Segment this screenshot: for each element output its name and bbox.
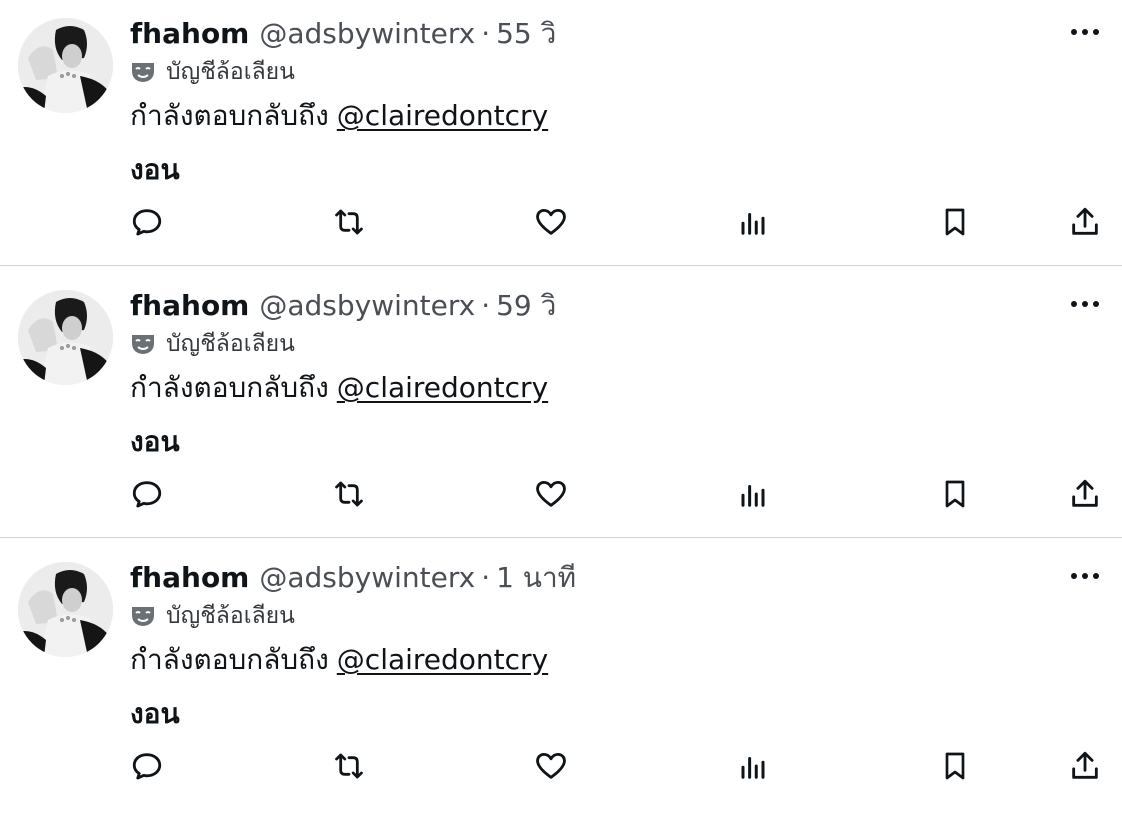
repost-icon[interactable] — [329, 744, 369, 788]
heart-icon[interactable] — [531, 472, 571, 516]
timeline-feed: fhahom @adsbywinterx · 55 วิ บัญชีล้อเลี… — [0, 0, 1122, 808]
views-icon[interactable] — [733, 200, 773, 244]
parody-badge: บัญชีล้อเลียน — [130, 328, 295, 360]
mention-link[interactable]: @clairedontcry — [337, 99, 548, 132]
reply-icon[interactable] — [127, 200, 167, 244]
mask-icon — [130, 605, 156, 627]
tweet-header: fhahom @adsbywinterx · 59 วิ — [130, 286, 556, 326]
avatar[interactable] — [18, 18, 113, 113]
bookmark-icon[interactable] — [935, 200, 975, 244]
reply-prefix: กำลังตอบกลับถึง — [130, 99, 329, 132]
mention-link[interactable]: @clairedontcry — [337, 371, 548, 404]
tweet[interactable]: fhahom @adsbywinterx · 1 นาที บัญชีล้อเล… — [0, 544, 1122, 816]
user-handle[interactable]: @adsbywinterx — [259, 558, 475, 598]
timestamp[interactable]: 1 นาที — [496, 558, 576, 598]
parody-label: บัญชีล้อเลียน — [166, 603, 295, 629]
separator-dot: · — [481, 17, 491, 50]
tweet-divider — [0, 537, 1122, 538]
repost-icon[interactable] — [329, 200, 369, 244]
display-name[interactable]: fhahom — [130, 558, 249, 598]
more-icon[interactable] — [1070, 292, 1100, 316]
reply-prefix: กำลังตอบกลับถึง — [130, 371, 329, 404]
tweet-divider — [0, 265, 1122, 266]
separator-dot: · — [481, 561, 491, 594]
replying-to: กำลังตอบกลับถึง @clairedontcry — [130, 370, 548, 406]
tweet[interactable]: fhahom @adsbywinterx · 55 วิ บัญชีล้อเลี… — [0, 0, 1122, 272]
tweet-text: งอน — [130, 425, 180, 458]
parody-badge: บัญชีล้อเลียน — [130, 600, 295, 632]
bookmark-icon[interactable] — [935, 744, 975, 788]
parody-label: บัญชีล้อเลียน — [166, 331, 295, 357]
mask-icon — [130, 333, 156, 355]
replying-to: กำลังตอบกลับถึง @clairedontcry — [130, 642, 548, 678]
share-icon[interactable] — [1065, 472, 1105, 516]
mask-icon — [130, 61, 156, 83]
user-handle[interactable]: @adsbywinterx — [259, 14, 475, 54]
tweet-header: fhahom @adsbywinterx · 55 วิ — [130, 14, 556, 54]
bookmark-icon[interactable] — [935, 472, 975, 516]
display-name[interactable]: fhahom — [130, 14, 249, 54]
tweet-header: fhahom @adsbywinterx · 1 นาที — [130, 558, 576, 598]
parody-badge: บัญชีล้อเลียน — [130, 56, 295, 88]
heart-icon[interactable] — [531, 744, 571, 788]
tweet[interactable]: fhahom @adsbywinterx · 59 วิ บัญชีล้อเลี… — [0, 272, 1122, 544]
avatar[interactable] — [18, 562, 113, 657]
tweet-text: งอน — [130, 153, 180, 186]
heart-icon[interactable] — [531, 200, 571, 244]
parody-label: บัญชีล้อเลียน — [166, 59, 295, 85]
display-name[interactable]: fhahom — [130, 286, 249, 326]
action-bar — [0, 744, 1122, 788]
tweet-text: งอน — [130, 697, 180, 730]
views-icon[interactable] — [733, 744, 773, 788]
action-bar — [0, 472, 1122, 516]
reply-prefix: กำลังตอบกลับถึง — [130, 643, 329, 676]
replying-to: กำลังตอบกลับถึง @clairedontcry — [130, 98, 548, 134]
reply-icon[interactable] — [127, 744, 167, 788]
timestamp[interactable]: 59 วิ — [496, 286, 556, 326]
user-handle[interactable]: @adsbywinterx — [259, 286, 475, 326]
avatar[interactable] — [18, 290, 113, 385]
views-icon[interactable] — [733, 472, 773, 516]
timestamp[interactable]: 55 วิ — [496, 14, 556, 54]
share-icon[interactable] — [1065, 744, 1105, 788]
more-icon[interactable] — [1070, 20, 1100, 44]
mention-link[interactable]: @clairedontcry — [337, 643, 548, 676]
separator-dot: · — [481, 289, 491, 322]
action-bar — [0, 200, 1122, 244]
share-icon[interactable] — [1065, 200, 1105, 244]
repost-icon[interactable] — [329, 472, 369, 516]
more-icon[interactable] — [1070, 564, 1100, 588]
reply-icon[interactable] — [127, 472, 167, 516]
